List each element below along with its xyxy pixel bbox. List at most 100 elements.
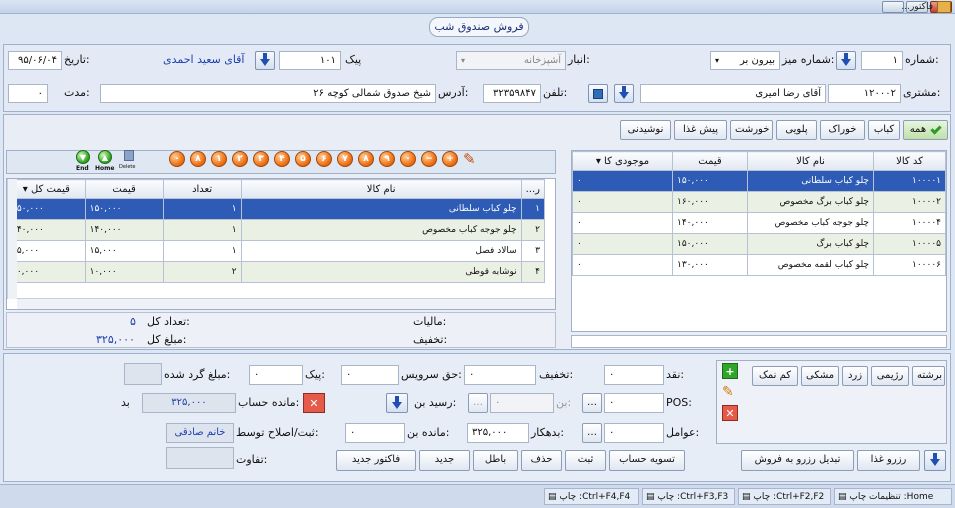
customer-code-field[interactable]: ۱۲۰۰۰۲ [828, 84, 901, 103]
category-khoresht-button[interactable]: خورشت [730, 120, 773, 140]
cash-field[interactable]: ۰ [604, 365, 664, 385]
digit-6-button[interactable]: ۶ [316, 151, 332, 167]
col-unit-price[interactable]: قیمت [84, 179, 164, 199]
courier-lookup-button[interactable] [255, 51, 275, 70]
col-product-price[interactable]: قیمت [672, 151, 748, 171]
coupon-more-button[interactable]: … [468, 393, 488, 413]
number-lookup-button[interactable] [836, 51, 856, 70]
digit-8-button[interactable]: ۸ [358, 151, 374, 167]
phone-lookup-button[interactable] [588, 84, 608, 103]
settle-account-button[interactable]: تسویه حساب [609, 450, 685, 471]
table-select-value: بیرون بر [740, 55, 775, 66]
option-low-salt-button[interactable]: کم نمک [752, 366, 798, 386]
pos-more-button[interactable]: … [582, 393, 602, 413]
plus-button[interactable]: + [442, 151, 458, 167]
void-button[interactable]: باطل [473, 450, 518, 471]
table-select[interactable]: بیرون بر ▾ [710, 51, 780, 70]
category-all-button[interactable]: همه [903, 120, 948, 140]
new-button[interactable]: جدید [419, 450, 470, 471]
agents-more-button[interactable]: … [582, 423, 602, 443]
col-item-name[interactable]: نام کالا [240, 179, 522, 199]
digit-0-button[interactable]: ۰ [400, 151, 416, 167]
number-label: شماره: [905, 53, 939, 66]
option-edit-button[interactable]: ✎ [722, 385, 734, 399]
app-icon [937, 1, 951, 13]
discount-pay-field[interactable]: ۰ [464, 365, 536, 385]
coupon-receipt-button[interactable] [386, 393, 408, 413]
courier-code-field[interactable]: ۱۰۱ [279, 51, 341, 70]
col-quantity[interactable]: تعداد [162, 179, 242, 199]
debtor-label: بدهکار: [531, 426, 565, 439]
product-row[interactable]: ۱۰۰۰۰۶ چلو کباب لقمه مخصوص ۱۳۰,۰۰۰ ۰ [572, 254, 946, 276]
delete-invoice-button[interactable]: حذف [521, 450, 562, 471]
category-poloei-button[interactable]: پلویی [776, 120, 817, 140]
phone-field[interactable]: ۳۲۳۵۹۸۴۷ [483, 84, 541, 103]
col-product-stock[interactable]: موجودی کا ▾ [572, 151, 673, 171]
product-row[interactable]: ۱۰۰۰۰۵ چلو کباب برگ ۱۵۰,۰۰۰ ۰ [572, 233, 946, 255]
invoice-row[interactable]: ۱ چلو کباب سلطانی ۱ ۱۵۰,۰۰۰ ۱۵۰,۰۰۰ [7, 198, 546, 220]
digit-9-button[interactable]: ۹ [379, 151, 395, 167]
col-product-code[interactable]: کد کالا [873, 151, 946, 171]
category-pishghaza-button[interactable]: پیش غذا [674, 120, 727, 140]
down-action-button[interactable] [924, 450, 946, 471]
address-field[interactable]: شیخ صدوق شمالی کوچه ۲۶ [100, 84, 436, 103]
digit-5-button[interactable]: ۵ [295, 151, 311, 167]
digit-3-button[interactable]: ۳ [253, 151, 269, 167]
product-row[interactable]: ۱۰۰۰۰۴ چلو جوجه کباب مخصوص ۱۴۰,۰۰۰ ۰ [572, 212, 946, 234]
digit-1-button[interactable]: ۱ [211, 151, 227, 167]
agents-field[interactable]: ۰ [604, 423, 664, 443]
coupon-remaining-field[interactable]: ۰ [345, 423, 405, 443]
reserve-food-button[interactable]: رزرو غذا [857, 450, 920, 471]
option-diet-button[interactable]: رژیمی [871, 366, 909, 386]
minus-button[interactable]: − [421, 151, 437, 167]
customer-name-field[interactable]: آقای رضا امیری [640, 84, 826, 103]
invoice-row[interactable]: ۲ چلو جوجه کباب مخصوص ۱ ۱۴۰,۰۰۰ ۱۴۰,۰۰۰ [7, 219, 546, 241]
invoice-horizontal-scrollbar[interactable] [17, 298, 555, 309]
courier-label: پیک [345, 53, 362, 66]
digit-2-button[interactable]: ۲ [232, 151, 248, 167]
service-field[interactable]: ۰ [341, 365, 399, 385]
arrow-down-icon [392, 395, 402, 409]
check-icon [930, 123, 942, 135]
category-drinks-button[interactable]: نوشیدنی [620, 120, 671, 140]
category-kabab-button[interactable]: کباب [868, 120, 900, 140]
invoice-row[interactable]: ۳ سالاد فصل ۱ ۱۵,۰۰۰ ۱۵,۰۰۰ [7, 240, 546, 262]
rounding-field[interactable] [124, 363, 162, 385]
date-field[interactable]: ۹۵/۰۶/۰۴ [8, 51, 62, 70]
convert-reserve-button[interactable]: تبدیل رزرو به فروش [741, 450, 854, 471]
printer-icon: ▤ [838, 492, 847, 502]
product-row[interactable]: ۱۰۰۰۰۲ چلو کباب برگ مخصوص ۱۶۰,۰۰۰ ۰ [572, 191, 946, 213]
col-line-total[interactable]: قیمت کل ▾ [7, 179, 86, 199]
option-yellow-button[interactable]: زرد [842, 366, 868, 386]
courier-fee-field[interactable]: ۰ [249, 365, 303, 385]
number-field[interactable]: ۱ [861, 51, 903, 70]
new-invoice-button[interactable]: فاکتور جدید [336, 450, 416, 471]
col-row-number[interactable]: ر... [520, 179, 546, 199]
option-delete-button[interactable]: ✕ [722, 405, 738, 421]
invoice-vertical-scrollbar[interactable] [7, 179, 17, 299]
col-product-name[interactable]: نام کالا [747, 151, 874, 171]
product-row[interactable]: ۱۰۰۰۰۱ چلو کباب سلطانی ۱۵۰,۰۰۰ ۰ [572, 170, 946, 192]
save-button[interactable]: ثبت [565, 450, 606, 471]
invoice-row[interactable]: ۴ نوشابه قوطی ۲ ۱۰,۰۰۰ ۲۰,۰۰۰ [7, 261, 546, 283]
customer-lookup-button[interactable] [614, 84, 634, 103]
debtor-field[interactable]: ۳۲۵,۰۰۰ [467, 423, 529, 443]
option-add-button[interactable]: + [722, 363, 738, 379]
edit-pencil-icon[interactable]: ✎ [463, 150, 479, 168]
option-toasted-button[interactable]: برشته [912, 366, 945, 386]
category-khorak-button[interactable]: خوراک [820, 120, 865, 140]
coupon-field[interactable]: ۰ [490, 393, 554, 413]
digit-4-button[interactable]: ۴ [274, 151, 290, 167]
delete-button[interactable] [120, 150, 138, 164]
duration-field[interactable]: ۰ [8, 84, 48, 103]
option-black-button[interactable]: مشکی [801, 366, 839, 386]
end-button[interactable]: ▼ [76, 150, 90, 164]
digit-dot-button[interactable]: ۸ [190, 151, 206, 167]
digit-7-button[interactable]: ۷ [337, 151, 353, 167]
digit-00-button[interactable]: ۰ [169, 151, 185, 167]
product-search-bar[interactable] [571, 335, 947, 348]
pos-field[interactable]: ۰ [604, 393, 664, 413]
warehouse-select[interactable]: آشپزخانه ▾ [456, 51, 566, 70]
balance-clear-button[interactable]: ✕ [303, 393, 325, 413]
home-button[interactable]: ▲ [98, 150, 112, 164]
